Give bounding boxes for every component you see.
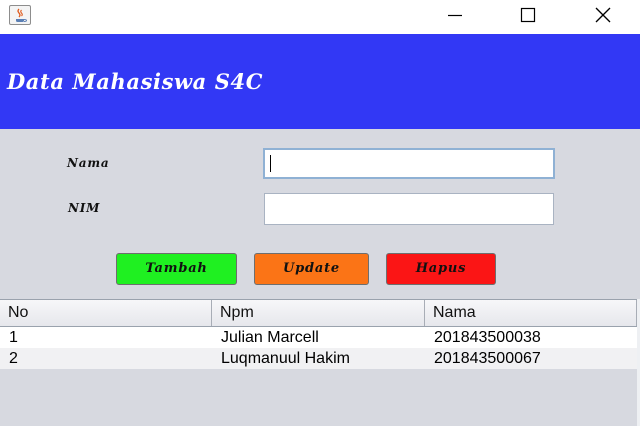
nama-label: Nama — [67, 156, 110, 170]
table-cell-nama: 201843500067 — [434, 350, 541, 367]
table-row[interactable]: 2 Luqmanuul Hakim 201843500067 — [0, 348, 637, 369]
close-button[interactable] — [580, 0, 626, 30]
nim-input[interactable] — [264, 193, 554, 225]
table-header: No Npm Nama — [0, 299, 637, 327]
nama-input[interactable] — [263, 148, 555, 179]
table-row[interactable]: 1 Julian Marcell 201843500038 — [0, 327, 637, 348]
column-header-npm[interactable]: Npm — [212, 300, 425, 326]
table-empty-area — [0, 369, 637, 426]
minimize-button[interactable] — [432, 0, 478, 30]
data-table: No Npm Nama 1 Julian Marcell 20184350003… — [0, 299, 640, 426]
window-titlebar — [0, 0, 640, 34]
minimize-icon — [448, 14, 462, 17]
hapus-button[interactable]: Hapus — [386, 253, 496, 285]
column-header-no[interactable]: No — [0, 300, 212, 326]
column-header-nama[interactable]: Nama — [425, 300, 637, 326]
text-caret — [270, 155, 271, 172]
header-banner: Data Mahasiswa S4C — [0, 34, 640, 129]
update-button[interactable]: Update — [254, 253, 369, 285]
table-cell-npm: Luqmanuul Hakim — [221, 350, 350, 367]
maximize-icon — [520, 7, 536, 23]
table-cell-nama: 201843500038 — [434, 329, 541, 346]
nim-label: NIM — [68, 201, 101, 215]
java-coffee-icon[interactable] — [9, 5, 31, 25]
maximize-button[interactable] — [505, 0, 551, 30]
close-icon — [595, 7, 611, 23]
table-cell-npm: Julian Marcell — [221, 329, 319, 346]
table-cell-no: 1 — [9, 329, 18, 346]
tambah-button[interactable]: Tambah — [116, 253, 237, 285]
table-cell-no: 2 — [9, 350, 18, 367]
form-panel: Nama NIM Tambah Update Hapus — [0, 129, 640, 299]
page-title: Data Mahasiswa S4C — [7, 69, 264, 94]
